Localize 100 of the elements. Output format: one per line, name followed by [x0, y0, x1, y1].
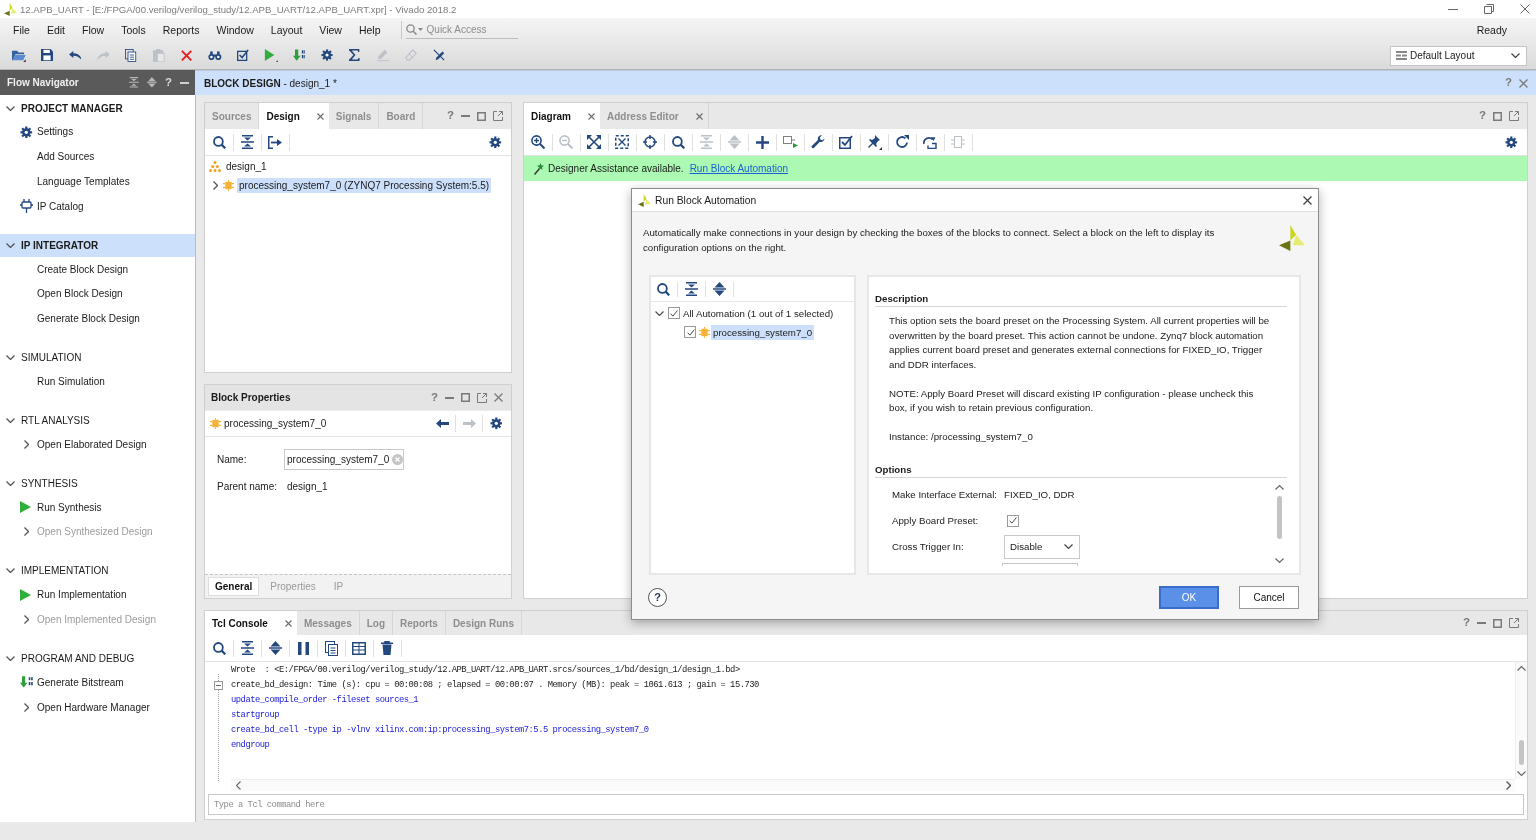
flow-nav-item[interactable]: Generate Block Design [0, 306, 195, 332]
flow-nav-item[interactable]: Run Synthesis [0, 494, 195, 520]
regenerate-icon[interactable] [923, 135, 937, 149]
sigma-icon[interactable] [349, 49, 361, 62]
undo-icon[interactable] [68, 50, 82, 61]
port-icon[interactable] [782, 136, 798, 148]
tree-item[interactable]: All Automation (1 out of 1 selected) [681, 305, 836, 321]
expand-icon[interactable] [712, 282, 726, 296]
tab[interactable]: Tcl Console [205, 611, 297, 635]
collapse-icon[interactable] [684, 282, 698, 296]
flow-nav-item[interactable]: Run Implementation [0, 582, 195, 608]
tab[interactable]: Design [259, 103, 329, 129]
menu-item[interactable]: Flow [82, 24, 105, 36]
close-icon[interactable] [588, 112, 595, 120]
search-icon[interactable] [212, 135, 226, 149]
close-icon[interactable] [1520, 4, 1530, 14]
minimize-icon[interactable] [1448, 8, 1458, 10]
settings-icon[interactable] [489, 417, 503, 430]
expand-icon[interactable] [268, 641, 282, 655]
search-icon[interactable] [671, 135, 685, 149]
flow-nav-section[interactable]: PROJECT MANAGER [0, 96, 195, 120]
help-button[interactable]: ? [1478, 110, 1486, 122]
pin-icon[interactable] [866, 134, 882, 150]
chevron-right-icon[interactable] [213, 181, 218, 191]
crosshair-icon[interactable] [643, 135, 657, 149]
flow-nav-section[interactable]: PROGRAM AND DEBUG [0, 646, 195, 670]
dropdown[interactable]: Disable [1004, 534, 1080, 559]
help-button[interactable]: ? [164, 76, 172, 89]
flow-nav-item[interactable]: Open Hardware Manager [0, 694, 195, 720]
pencil-slash-icon[interactable] [433, 49, 445, 62]
collapse-icon[interactable] [240, 135, 254, 149]
close-icon[interactable] [1303, 195, 1312, 205]
scrollbar[interactable] [231, 779, 1515, 791]
close-icon[interactable] [695, 112, 703, 120]
wrench-icon[interactable] [811, 135, 825, 149]
flow-nav-item[interactable]: Run Simulation [0, 369, 195, 394]
chevron-down-icon[interactable] [6, 655, 15, 661]
collapse-icon[interactable] [240, 641, 254, 655]
tree-item[interactable]: design_1 [224, 158, 269, 174]
bracket-arrow-icon[interactable] [268, 135, 282, 149]
menu-item[interactable]: Edit [46, 24, 65, 36]
tree-item[interactable]: processing_system7_0 (ZYNQ7 Processing System:5.5) [237, 178, 492, 194]
trash-icon[interactable] [381, 641, 393, 655]
select-field[interactable] [1002, 562, 1078, 566]
chevron-right-icon[interactable] [24, 702, 29, 712]
flow-nav-item[interactable]: Language Templates [0, 169, 195, 194]
tab[interactable]: Diagram [524, 103, 600, 129]
search-icon[interactable] [212, 641, 226, 655]
zoom-in-icon[interactable] [531, 135, 545, 149]
flow-nav-item[interactable]: IP Catalog [0, 193, 195, 219]
flow-nav-item[interactable]: Create Block Design [0, 256, 195, 282]
chevron-down-icon[interactable] [6, 105, 15, 111]
cancel-button[interactable]: Cancel [1239, 585, 1299, 609]
menu-item[interactable]: File [13, 24, 30, 36]
flow-nav-item[interactable]: Open Block Design [0, 281, 195, 307]
maximize-icon[interactable] [477, 111, 486, 121]
chevron-down-icon[interactable] [6, 355, 15, 361]
binoculars-icon[interactable] [208, 50, 222, 61]
chevron-left-icon[interactable] [236, 781, 241, 790]
flow-nav-section[interactable]: SIMULATION [0, 346, 195, 370]
scrollbar[interactable] [1515, 662, 1527, 779]
chevron-down-icon[interactable] [6, 480, 15, 486]
refresh-icon[interactable] [895, 135, 909, 149]
minimize-icon[interactable] [445, 396, 454, 399]
chevron-right-icon[interactable] [24, 439, 29, 449]
flow-nav-item[interactable]: Generate Bitstream [0, 669, 195, 695]
save-icon[interactable] [41, 49, 53, 62]
checkbox[interactable] [668, 307, 680, 319]
check-square-icon[interactable] [237, 49, 249, 62]
zoom-selection-icon[interactable] [615, 135, 629, 149]
zoom-fit-icon[interactable] [587, 135, 601, 149]
plus-icon[interactable] [755, 135, 769, 149]
undock-icon[interactable] [1509, 618, 1519, 628]
chevron-down-icon[interactable] [6, 568, 15, 574]
search-icon[interactable] [656, 282, 670, 296]
settings-icon[interactable] [1505, 135, 1518, 149]
arrow-left-icon[interactable] [435, 419, 449, 428]
settings-icon[interactable] [489, 135, 502, 149]
run-automation-link[interactable]: Run Block Automation [689, 163, 789, 174]
flow-nav-section[interactable]: IP INTEGRATOR [0, 233, 195, 257]
maximize-icon[interactable] [1493, 618, 1502, 628]
menu-item[interactable]: Help [358, 24, 381, 36]
table-icon[interactable] [352, 641, 366, 655]
close-icon[interactable] [284, 619, 292, 627]
chevron-down-icon[interactable] [1517, 771, 1526, 776]
maximize-icon[interactable] [1493, 111, 1502, 121]
check-square-icon[interactable] [839, 135, 853, 149]
help-button[interactable]: ? [430, 391, 438, 404]
undock-icon[interactable] [493, 111, 503, 121]
menu-item[interactable]: Layout [270, 24, 303, 36]
chevron-down-icon[interactable] [1275, 557, 1284, 563]
pause-icon[interactable] [297, 641, 309, 655]
menu-item[interactable]: View [319, 24, 342, 36]
arrow-down-icon[interactable] [292, 49, 306, 62]
flow-nav-item[interactable]: Add Sources [0, 144, 195, 170]
command-field[interactable]: Type a Tcl command here [208, 794, 1524, 815]
help-button[interactable]: ? [1462, 617, 1470, 629]
name-field[interactable]: processing_system7_0 [284, 449, 404, 470]
menu-item[interactable]: Reports [162, 24, 200, 36]
tree-item[interactable]: processing_system7_0 [711, 324, 815, 340]
